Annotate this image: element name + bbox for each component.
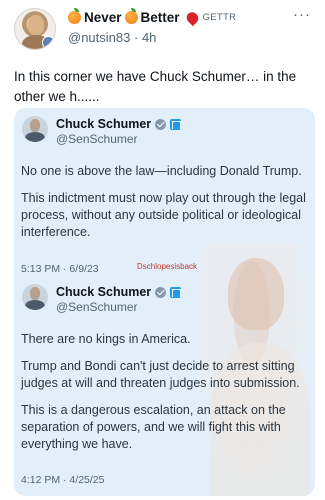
post-header: Never Better GETTR @nutsin83 · 4h ··· [0,0,325,58]
tweet-avatar-suit [25,132,45,142]
tweet-timestamp: 4:12 PM · 4/25/25 [21,474,105,486]
watermark: Dschlopesisback [137,262,198,271]
overlay-photo-face [228,258,284,330]
tweet-avatar [22,284,48,310]
display-name-part-1: Never [84,10,122,25]
platform-label: GETTR [202,12,237,23]
author-avatar[interactable] [14,8,56,50]
tweet-body: There are no kings in America. Trump and… [21,331,309,463]
tweet-timestamp: 5:13 PM · 6/9/23 [21,263,99,275]
tweet-avatar-suit [25,300,45,310]
tweet-author-handle: @SenSchumer [56,132,138,146]
gettr-logo-icon [183,9,201,26]
verified-badge-icon [155,118,167,130]
avatar-face [28,15,44,35]
orange-emoji-icon [68,8,81,24]
verified-badge-icon [155,286,167,298]
government-badge-icon [170,118,182,130]
tweet-paragraph: There are no kings in America. [21,332,191,346]
tweet-author-name-text: Chuck Schumer [56,117,152,131]
more-options-button[interactable]: ··· [293,6,311,23]
post-time[interactable]: 4h [142,30,156,45]
handle-separator: · [133,30,142,45]
tweet-paragraph: This is a dangerous escalation, an attac… [21,403,286,451]
display-name-part-2: Better [140,10,180,25]
tweet-avatar-face [30,287,40,300]
embedded-screenshot[interactable]: Chuck Schumer @SenSchumer No one is abov… [14,108,315,496]
avatar-badge-icon [42,36,55,49]
orange-emoji-icon [124,8,138,24]
post-text: In this corner we have Chuck Schumer… in… [14,69,297,104]
tweet-author-name: Chuck Schumer [56,117,182,131]
tweet-paragraph: No one is above the law—including Donald… [21,164,302,178]
author-handle[interactable]: @nutsin83 [68,30,130,45]
tweet-author-handle: @SenSchumer [56,300,138,314]
tweet-avatar [22,116,48,142]
author-name[interactable]: Never Better GETTR [68,8,237,26]
tweet-author-name-text: Chuck Schumer [56,285,152,299]
government-badge-icon [170,286,182,298]
tweet-paragraph: This indictment must now play out throug… [21,191,306,239]
tweet-paragraph: Trump and Bondi can't just decide to arr… [21,359,300,390]
tweet-author-name: Chuck Schumer [56,285,182,299]
tweet-body: No one is above the law—including Donald… [21,163,309,251]
author-handle-line: @nutsin83 · 4h [68,30,156,45]
tweet-avatar-face [30,119,40,132]
